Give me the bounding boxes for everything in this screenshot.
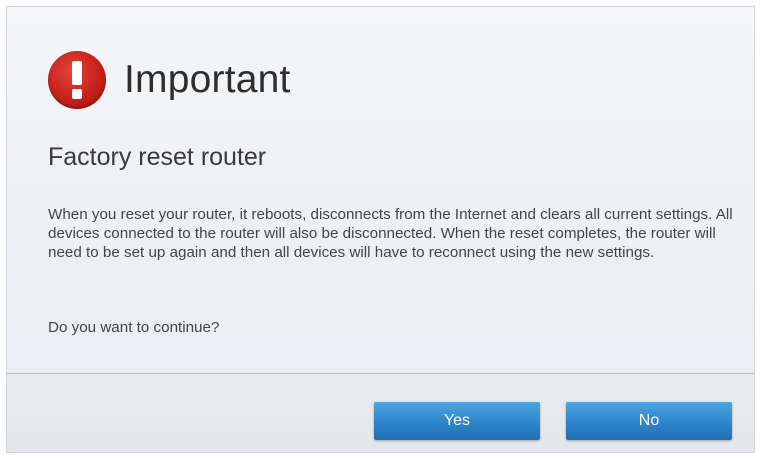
dialog-message: When you reset your router, it reboots, … [48,206,733,261]
factory-reset-dialog: Important Factory reset router When you … [6,6,755,453]
dialog-header: Important [48,51,291,109]
confirmation-question: Do you want to continue? [48,319,220,336]
exclamation-icon [48,51,106,109]
dialog-subtitle: Factory reset router [48,143,267,171]
dialog-title: Important [124,58,291,101]
no-button[interactable]: No [566,402,732,440]
yes-button[interactable]: Yes [374,402,540,440]
dialog-footer: Yes No [7,374,754,452]
